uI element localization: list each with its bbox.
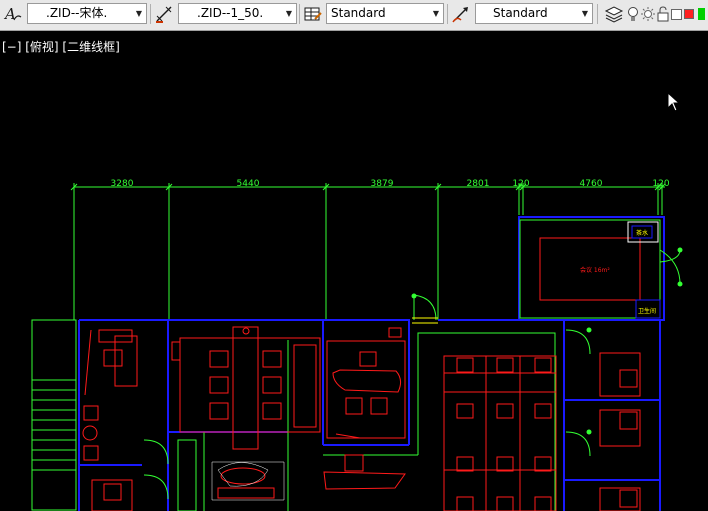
dimension-label: 5440 xyxy=(237,179,260,189)
text-style-icon[interactable]: A xyxy=(2,3,24,25)
layer-color-swatch[interactable] xyxy=(670,3,682,25)
unlock-icon[interactable] xyxy=(656,3,670,25)
chevron-down-icon: ▼ xyxy=(285,9,293,18)
layer-indicator xyxy=(695,3,707,25)
multileader-style-icon[interactable] xyxy=(450,3,472,25)
svg-text:A: A xyxy=(3,5,16,23)
layer-properties-icon[interactable] xyxy=(602,3,626,25)
dimension-style-value: .ZID--1_50. xyxy=(197,6,264,20)
layer-color-swatch-active[interactable] xyxy=(683,3,695,25)
mouse-cursor xyxy=(667,91,681,116)
multileader-style-select[interactable]: Standard ▼ xyxy=(475,3,593,24)
multileader-style-value: Standard xyxy=(493,6,548,20)
room-label: 茶水 xyxy=(636,229,648,237)
text-style-select[interactable]: .ZID--宋体. ▼ xyxy=(27,3,147,24)
dimension-label: 120 xyxy=(652,179,669,189)
table-style-icon[interactable] xyxy=(302,3,324,25)
dimension-label: 2801 xyxy=(467,179,490,189)
table-style-value: Standard xyxy=(331,6,386,20)
walls xyxy=(78,216,665,511)
room-label: 会议 16m² xyxy=(580,266,610,274)
partitions xyxy=(31,219,681,511)
furniture xyxy=(82,237,641,511)
table-style-select[interactable]: Standard ▼ xyxy=(326,3,444,24)
dimension-label: 120 xyxy=(512,179,529,189)
dimension-style-select[interactable]: .ZID--1_50. ▼ xyxy=(178,3,297,24)
dimension-label: 4760 xyxy=(580,179,603,189)
chevron-down-icon: ▼ xyxy=(432,9,440,18)
text-style-value: .ZID--宋体. xyxy=(46,6,108,20)
chevron-down-icon: ▼ xyxy=(135,9,143,18)
lightbulb-icon[interactable] xyxy=(626,3,640,25)
dimension-label: 3280 xyxy=(111,179,134,189)
sun-icon[interactable] xyxy=(640,3,656,25)
dimension-lines xyxy=(70,183,666,320)
drawing-canvas[interactable]: 3280 5440 3879 2801 120 4760 120 茶水 会议 1… xyxy=(0,31,708,511)
room-label: 卫生间 xyxy=(638,307,656,315)
dimension-label: 3879 xyxy=(371,179,394,189)
window-marks xyxy=(412,317,438,324)
styles-toolbar: A .ZID--宋体. ▼ .ZID--1_50. ▼ Standard ▼ S… xyxy=(0,0,708,31)
chevron-down-icon: ▼ xyxy=(581,9,589,18)
dimension-style-icon[interactable] xyxy=(153,3,175,25)
